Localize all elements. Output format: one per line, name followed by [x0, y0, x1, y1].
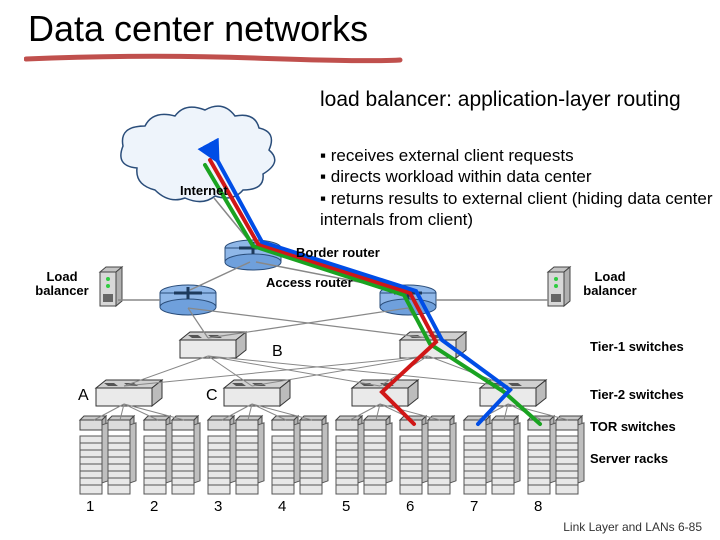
tier2-switch: [224, 380, 290, 406]
rack-row: [80, 416, 584, 494]
rack-number: 1: [86, 498, 94, 515]
border-router-label: Border router: [296, 246, 380, 260]
racks-label: Server racks: [590, 452, 668, 466]
load-balancer-right-icon: [548, 267, 570, 306]
rack-number: 7: [470, 498, 478, 515]
rack-number: 2: [150, 498, 158, 515]
lb-right-label: Load balancer: [580, 270, 640, 297]
label-C: C: [206, 388, 218, 405]
internet-label: Internet: [180, 184, 228, 198]
tier1-switch-left: [180, 332, 246, 358]
access-router-label: Access router: [266, 276, 353, 290]
lb-left-label: Load balancer: [32, 270, 92, 297]
rack-number: 6: [406, 498, 414, 515]
rack-number: 5: [342, 498, 350, 515]
rack-number: 3: [214, 498, 222, 515]
rack-number: 8: [534, 498, 542, 515]
label-B: B: [272, 344, 283, 361]
label-A: A: [78, 388, 89, 405]
rack-number: 4: [278, 498, 286, 515]
tier2-label: Tier-2 switches: [590, 388, 684, 402]
footer: Link Layer and LANs 6-85: [563, 520, 702, 534]
tier1-label: Tier-1 switches: [590, 340, 684, 354]
tor-label: TOR switches: [590, 420, 676, 434]
